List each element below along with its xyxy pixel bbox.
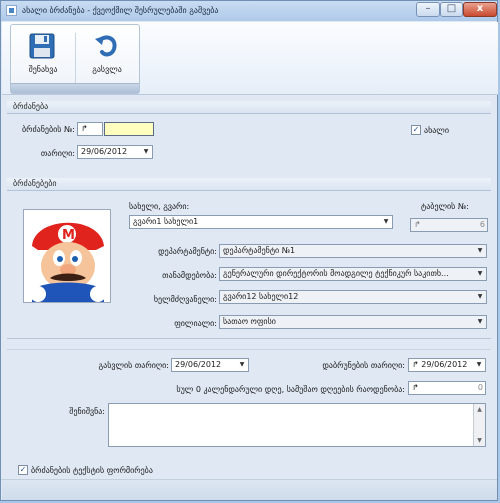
tabel-number-value: 6 bbox=[479, 220, 485, 229]
commands-section-header: ბრძანებები bbox=[7, 178, 491, 191]
working-days-value: 0 bbox=[477, 383, 483, 392]
return-date-label: დაბრუნების თარიღი: bbox=[322, 361, 405, 370]
order-date-label: თარიღი: bbox=[40, 149, 75, 158]
branch-value: სათაო ოფისი bbox=[223, 317, 276, 326]
days-summary-text: სულ 0 კალენდარული დღე, სამუშაო დღეების რ… bbox=[176, 385, 405, 394]
order-section-title: ბრძანება bbox=[13, 102, 49, 111]
save-button[interactable]: შენახვა bbox=[15, 29, 71, 81]
ribbon-group-footer bbox=[11, 83, 139, 93]
name-label: სახელი, გვარი: bbox=[129, 202, 190, 211]
exit-button[interactable]: გასვლა bbox=[79, 29, 135, 81]
main-window: ახალი ბრძანება - ქვეოქმილ შესრულებაში გა… bbox=[0, 0, 498, 501]
position-label: თანამდებობა: bbox=[162, 271, 217, 280]
chevron-down-icon: ▼ bbox=[143, 148, 149, 155]
chevron-down-icon: ▼ bbox=[477, 247, 483, 254]
title-bar: ახალი ბრძანება - ქვეოქმილ შესრულებაში გა… bbox=[1, 1, 497, 21]
new-checkbox-label: ახალი bbox=[424, 126, 449, 135]
status-bar bbox=[2, 480, 497, 500]
new-checkbox[interactable]: ✓ bbox=[411, 125, 421, 135]
save-button-label: შენახვა bbox=[28, 65, 58, 74]
reload-icon: ↱ bbox=[414, 220, 421, 229]
department-label: დეპარტამენტი: bbox=[158, 247, 217, 256]
tabel-number-field: ↱ 6 bbox=[410, 218, 488, 232]
order-date-value: 29/06/2012 bbox=[81, 147, 128, 156]
leave-date-picker[interactable]: 29/06/2012 ▼ bbox=[171, 358, 249, 372]
app-icon bbox=[6, 5, 17, 16]
working-days-field[interactable]: ↱ 0 bbox=[408, 381, 486, 395]
scroll-track bbox=[474, 415, 485, 435]
note-label: შენიშვნა: bbox=[69, 407, 105, 416]
order-number-icon-box: ↱ bbox=[77, 122, 103, 136]
chevron-down-icon: ▼ bbox=[383, 218, 389, 225]
commands-section-title: ბრძანებები bbox=[13, 179, 57, 188]
chevron-down-icon: ▼ bbox=[476, 361, 482, 368]
note-textarea[interactable]: ▲ ▼ bbox=[108, 403, 486, 447]
maximize-button[interactable]: □ bbox=[440, 2, 463, 17]
leave-date-value: 29/06/2012 bbox=[175, 360, 222, 369]
return-date-picker[interactable]: ↱ 29/06/2012 ▼ bbox=[408, 358, 486, 372]
section-divider bbox=[7, 349, 491, 350]
window-title: ახალი ბრძანება - ქვეოქმილ შესრულებაში გა… bbox=[22, 6, 219, 15]
name-combobox[interactable]: გვარი1 სახელი1 ▼ bbox=[129, 215, 393, 229]
note-scrollbar[interactable]: ▲ ▼ bbox=[473, 404, 485, 446]
ribbon-toolbar: შენახვა გასვლა bbox=[2, 22, 498, 95]
department-value: დეპარტამენტი №1 bbox=[223, 246, 296, 255]
section-divider bbox=[7, 338, 491, 339]
branch-field: სათაო ოფისი ▼ bbox=[219, 315, 487, 329]
floppy-disk-icon bbox=[29, 33, 55, 59]
ribbon-group: შენახვა გასვლა bbox=[10, 24, 140, 94]
chevron-down-icon: ▼ bbox=[477, 318, 483, 325]
scroll-up-icon[interactable]: ▲ bbox=[474, 404, 485, 415]
position-field: გენერალური დირექტორის მოადგილე ტექნიკურ … bbox=[219, 267, 487, 281]
minimize-button[interactable]: – bbox=[416, 2, 440, 17]
manager-label: ხელმძღვანელი: bbox=[153, 295, 217, 304]
chevron-down-icon: ▼ bbox=[477, 293, 483, 300]
svg-text:M: M bbox=[62, 228, 75, 243]
exit-button-label: გასვლა bbox=[92, 65, 122, 74]
close-button[interactable]: x bbox=[463, 2, 497, 17]
undo-arrow-icon bbox=[95, 35, 117, 57]
leave-date-label: გასვლის თარიღი: bbox=[98, 361, 169, 370]
order-date-picker[interactable]: 29/06/2012 ▼ bbox=[77, 145, 153, 159]
tabel-number-label: ტაბელის №: bbox=[421, 202, 469, 211]
form-text-label: ბრძანების ტექსტის ფორმირება bbox=[31, 466, 153, 475]
chevron-down-icon: ▼ bbox=[477, 270, 483, 277]
reload-icon: ↱ bbox=[412, 383, 419, 392]
return-date-value: 29/06/2012 bbox=[421, 360, 468, 369]
form-text-checkbox[interactable]: ✓ bbox=[18, 465, 28, 475]
department-field: დეპარტამენტი №1 ▼ bbox=[219, 244, 487, 258]
position-value: გენერალური დირექტორის მოადგილე ტექნიკურ … bbox=[223, 269, 449, 278]
chevron-down-icon: ▼ bbox=[239, 361, 245, 368]
employee-photo: M bbox=[23, 209, 111, 303]
name-value: გვარი1 სახელი1 bbox=[133, 217, 199, 226]
reload-icon: ↱ bbox=[412, 360, 419, 369]
reload-icon: ↱ bbox=[81, 124, 88, 133]
employee-avatar-image: M bbox=[24, 210, 110, 302]
branch-label: ფილიალი: bbox=[174, 319, 217, 328]
manager-field: გვარი12 სახელი12 ▼ bbox=[219, 290, 487, 304]
scroll-down-icon[interactable]: ▼ bbox=[474, 435, 485, 446]
ribbon-separator bbox=[75, 33, 76, 83]
manager-value: გვარი12 სახელი12 bbox=[223, 292, 299, 301]
order-section-header: ბრძანება bbox=[7, 101, 491, 114]
order-number-label: ბრძანების №: bbox=[21, 125, 75, 134]
order-number-input[interactable] bbox=[104, 122, 154, 136]
